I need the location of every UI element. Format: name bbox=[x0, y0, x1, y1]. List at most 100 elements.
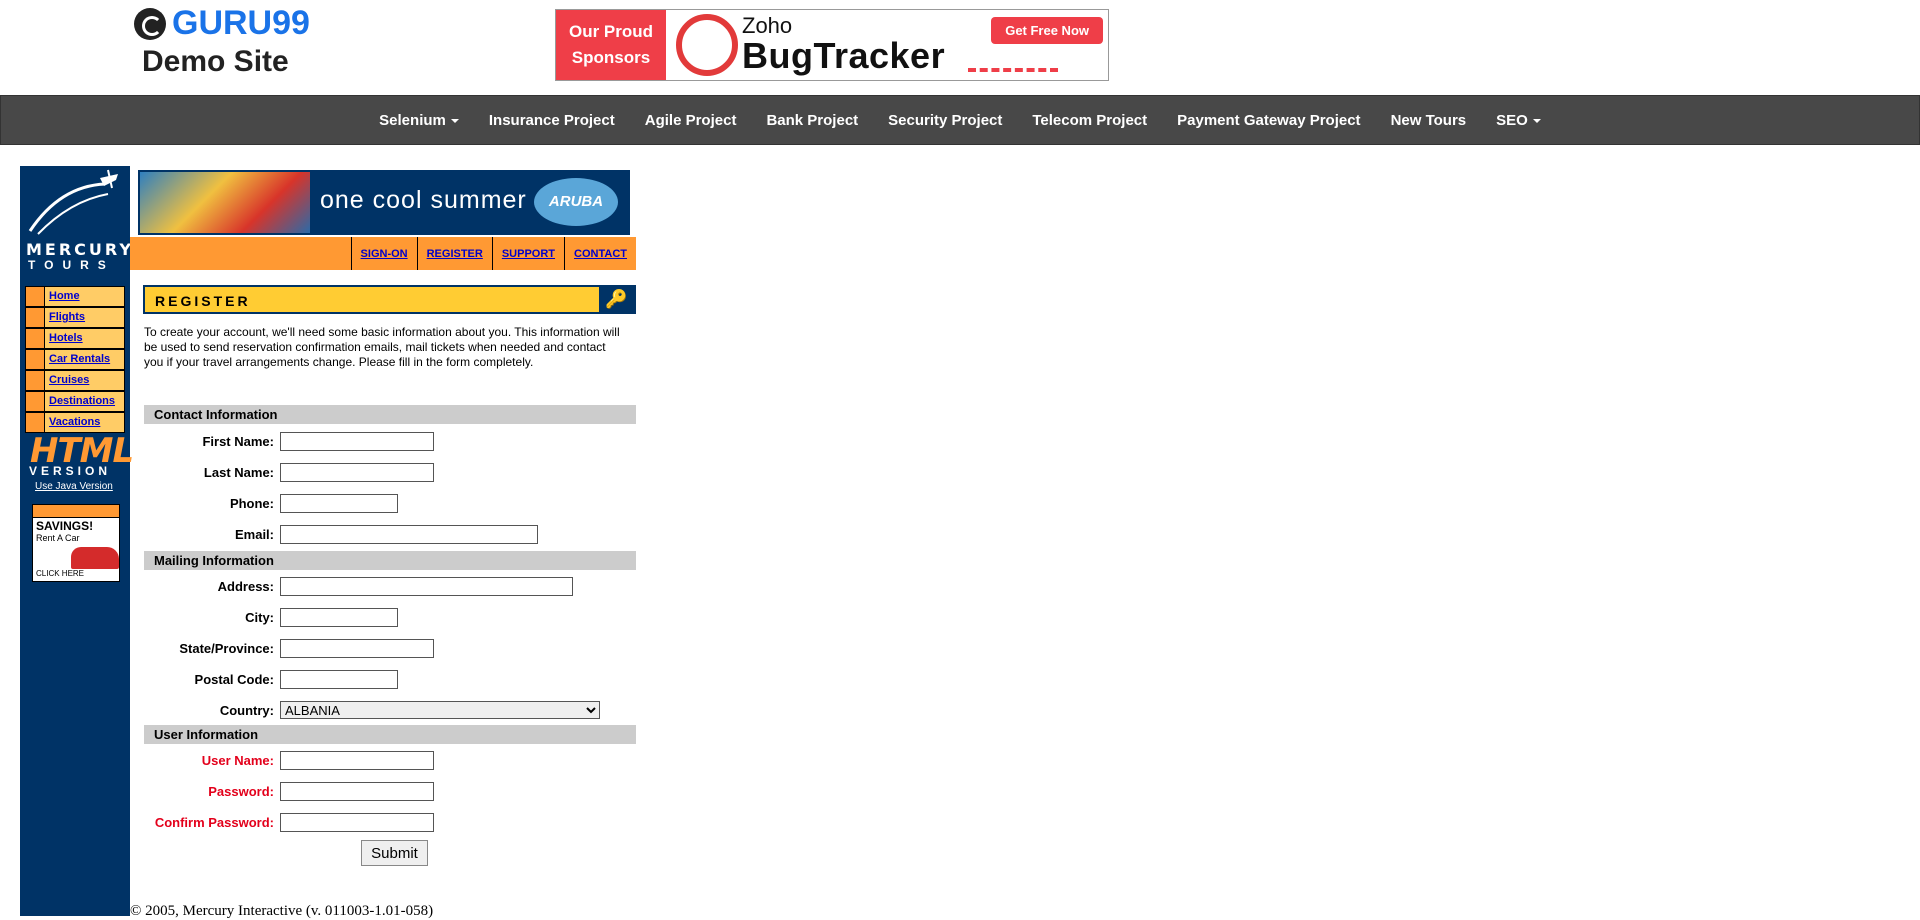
bullet-square bbox=[26, 371, 45, 390]
sponsor-label-1: Our Proud bbox=[568, 22, 654, 41]
username-row: User Name: bbox=[144, 749, 434, 771]
section-contact-information: Contact Information bbox=[144, 405, 636, 424]
first-name-input[interactable] bbox=[280, 431, 434, 451]
state-label: State/Province: bbox=[179, 640, 274, 656]
nav-insurance-project[interactable]: Insurance Project bbox=[489, 112, 615, 129]
support-link[interactable]: SUPPORT bbox=[491, 237, 564, 270]
postal-code-row: Postal Code: bbox=[144, 668, 398, 690]
first-name-label: First Name: bbox=[202, 433, 274, 449]
mercury-tours-logo[interactable]: MERCURY TOURS bbox=[20, 166, 131, 274]
ad-title: SAVINGS! bbox=[36, 519, 94, 533]
footer-copyright: © 2005, Mercury Interactive (v. 011003-1… bbox=[130, 903, 434, 919]
register-header: REGISTER 🔑 bbox=[143, 285, 636, 314]
use-java-version-link[interactable]: Use Java Version bbox=[35, 481, 113, 492]
phone-row: Phone: bbox=[144, 492, 398, 514]
postal-code-input[interactable] bbox=[280, 669, 398, 689]
nav-label: Selenium bbox=[379, 111, 446, 129]
side-link[interactable]: Car Rentals bbox=[45, 350, 124, 369]
sign-on-link[interactable]: SIGN-ON bbox=[350, 237, 417, 270]
nav-new-tours[interactable]: New Tours bbox=[1391, 112, 1467, 129]
address-label: Address: bbox=[217, 578, 274, 594]
ad-click-here: CLICK HERE bbox=[36, 569, 85, 578]
nav-payment-gateway-project[interactable]: Payment Gateway Project bbox=[1177, 112, 1360, 129]
aruba-banner[interactable]: one cool summer ARUBA bbox=[138, 170, 630, 235]
key-icon: 🔑 bbox=[599, 287, 634, 312]
contact-link[interactable]: CONTACT bbox=[564, 237, 636, 270]
banner-text: one cool summer bbox=[320, 186, 527, 214]
sponsor-label: Our Proud Sponsors bbox=[556, 10, 666, 80]
guru99-logo-icon bbox=[134, 7, 166, 40]
side-link[interactable]: Home bbox=[45, 287, 124, 306]
side-link[interactable]: Hotels bbox=[45, 329, 124, 348]
submit-button[interactable]: Submit bbox=[361, 840, 428, 866]
caret-down-icon bbox=[450, 118, 459, 123]
bullet-square bbox=[26, 287, 45, 306]
side-link[interactable]: Destinations bbox=[45, 392, 124, 411]
side-menu-destinations[interactable]: Destinations bbox=[25, 391, 125, 412]
state-row: State/Province: bbox=[144, 637, 434, 659]
side-menu-hotels[interactable]: Hotels bbox=[25, 328, 125, 349]
sponsor-banner[interactable]: Our Proud Sponsors Zoho BugTracker Get F… bbox=[555, 9, 1109, 81]
city-input[interactable] bbox=[280, 607, 398, 627]
get-free-now-button[interactable]: Get Free Now bbox=[991, 17, 1103, 44]
sponsor-brand-2: BugTracker bbox=[742, 35, 946, 76]
register-link[interactable]: REGISTER bbox=[416, 237, 492, 270]
guru99-logo[interactable]: GURU99 Demo Site bbox=[134, 4, 310, 79]
main-navbar: Selenium Insurance Project Agile Project… bbox=[0, 95, 1920, 145]
city-label: City: bbox=[245, 609, 274, 625]
mercury-sidebar: MERCURY TOURS Home Flights Hotels Car Re… bbox=[20, 166, 134, 916]
username-label: User Name: bbox=[201, 752, 274, 768]
side-menu-flights[interactable]: Flights bbox=[25, 307, 125, 328]
confirm-password-input[interactable] bbox=[280, 812, 434, 832]
nav-seo[interactable]: SEO bbox=[1496, 112, 1541, 129]
nav-agile-project[interactable]: Agile Project bbox=[645, 112, 737, 129]
ad-top-bar bbox=[33, 505, 119, 518]
bullet-square bbox=[26, 350, 45, 369]
nav-bank-project[interactable]: Bank Project bbox=[766, 112, 858, 129]
register-intro: To create your account, we'll need some … bbox=[144, 325, 620, 369]
bullet-square bbox=[26, 308, 45, 327]
phone-label: Phone: bbox=[229, 495, 274, 511]
country-select[interactable]: ALBANIA bbox=[280, 701, 600, 719]
side-menu-home[interactable]: Home bbox=[25, 286, 125, 307]
email-row: Email: bbox=[144, 523, 538, 545]
last-name-label: Last Name: bbox=[203, 464, 274, 480]
section-mailing-information: Mailing Information bbox=[144, 551, 636, 570]
country-row: Country: ALBANIA bbox=[144, 699, 600, 721]
register-title: REGISTER bbox=[155, 293, 251, 309]
confirm-password-row: Confirm Password: bbox=[144, 811, 434, 833]
password-input[interactable] bbox=[280, 781, 434, 801]
side-menu-cruises[interactable]: Cruises bbox=[25, 370, 125, 391]
logo-subtitle: Demo Site bbox=[142, 45, 289, 78]
section-user-information: User Information bbox=[144, 725, 636, 744]
banner-photo bbox=[140, 172, 310, 233]
side-menu-car-rentals[interactable]: Car Rentals bbox=[25, 349, 125, 370]
caret-down-icon bbox=[1532, 118, 1541, 123]
first-name-row: First Name: bbox=[144, 430, 434, 452]
state-input[interactable] bbox=[280, 638, 434, 658]
nav-telecom-project[interactable]: Telecom Project bbox=[1032, 112, 1147, 129]
nav-label: SEO bbox=[1496, 111, 1528, 129]
nav-selenium[interactable]: Selenium bbox=[379, 112, 459, 129]
phone-input[interactable] bbox=[280, 493, 398, 513]
side-link[interactable]: Flights bbox=[45, 308, 124, 327]
username-input[interactable] bbox=[280, 750, 434, 770]
side-link[interactable]: Cruises bbox=[45, 371, 124, 390]
logo-name: GURU99 bbox=[172, 4, 310, 42]
side-menu-vacations[interactable]: Vacations bbox=[25, 412, 125, 433]
email-input[interactable] bbox=[280, 524, 538, 544]
car-rental-ad[interactable]: SAVINGS! Rent A Car CLICK HERE bbox=[32, 504, 120, 582]
car-icon bbox=[71, 547, 119, 569]
address-row: Address: bbox=[144, 575, 573, 597]
bug-icon bbox=[676, 14, 738, 76]
password-row: Password: bbox=[144, 780, 434, 802]
tours-logo-text: TOURS bbox=[28, 258, 115, 272]
last-name-input[interactable] bbox=[280, 462, 434, 482]
confirm-password-label: Confirm Password: bbox=[154, 814, 274, 830]
last-name-row: Last Name: bbox=[144, 461, 434, 483]
nav-security-project[interactable]: Security Project bbox=[888, 112, 1002, 129]
aruba-logo: ARUBA bbox=[534, 178, 618, 226]
address-input[interactable] bbox=[280, 576, 573, 596]
city-row: City: bbox=[144, 606, 398, 628]
side-link[interactable]: Vacations bbox=[45, 413, 124, 432]
